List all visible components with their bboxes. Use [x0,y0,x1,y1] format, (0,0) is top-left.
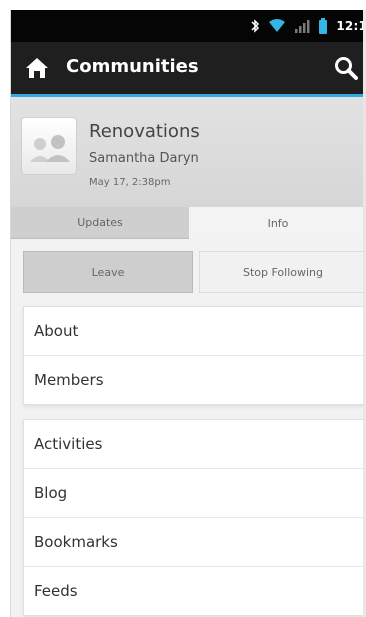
status-icons: 12:1 [250,10,366,42]
list-item-bookmarks[interactable]: Bookmarks [24,518,366,567]
list-item-activities[interactable]: Activities [24,420,366,469]
community-header: Renovations Samantha Daryn May 17, 2:38p… [11,97,366,211]
tab-updates[interactable]: Updates [11,207,189,239]
status-clock: 12:1 [336,19,366,33]
home-icon[interactable] [24,56,50,80]
app-frame: 12:1 Communities Renovations Samantha Da… [10,10,366,617]
action-bar: Communities [11,42,366,97]
battery-icon [318,18,328,34]
info-list-primary: About Members [23,306,366,405]
status-bar: 12:1 [11,10,366,42]
leave-button[interactable]: Leave [23,251,193,293]
community-avatar [21,117,77,175]
list-item-blog[interactable]: Blog [24,469,366,518]
list-item-about[interactable]: About [24,307,366,356]
wifi-icon [268,19,286,33]
stop-following-button[interactable]: Stop Following [199,251,366,293]
tab-bar: Updates Info [11,207,366,239]
signal-icon [294,19,310,33]
list-item-members[interactable]: Members [24,356,366,404]
info-list-secondary: Activities Blog Bookmarks Feeds [23,419,366,616]
community-date: May 17, 2:38pm [89,177,171,188]
search-icon[interactable] [333,55,359,81]
owner-name: Samantha Daryn [89,151,199,166]
page-title: Communities [66,56,199,77]
tab-info[interactable]: Info [189,207,366,239]
community-name: Renovations [89,121,200,142]
community-actions: Leave Stop Following [23,251,366,295]
list-item-feeds[interactable]: Feeds [24,567,366,615]
people-icon [30,135,70,162]
bluetooth-icon [250,19,260,33]
